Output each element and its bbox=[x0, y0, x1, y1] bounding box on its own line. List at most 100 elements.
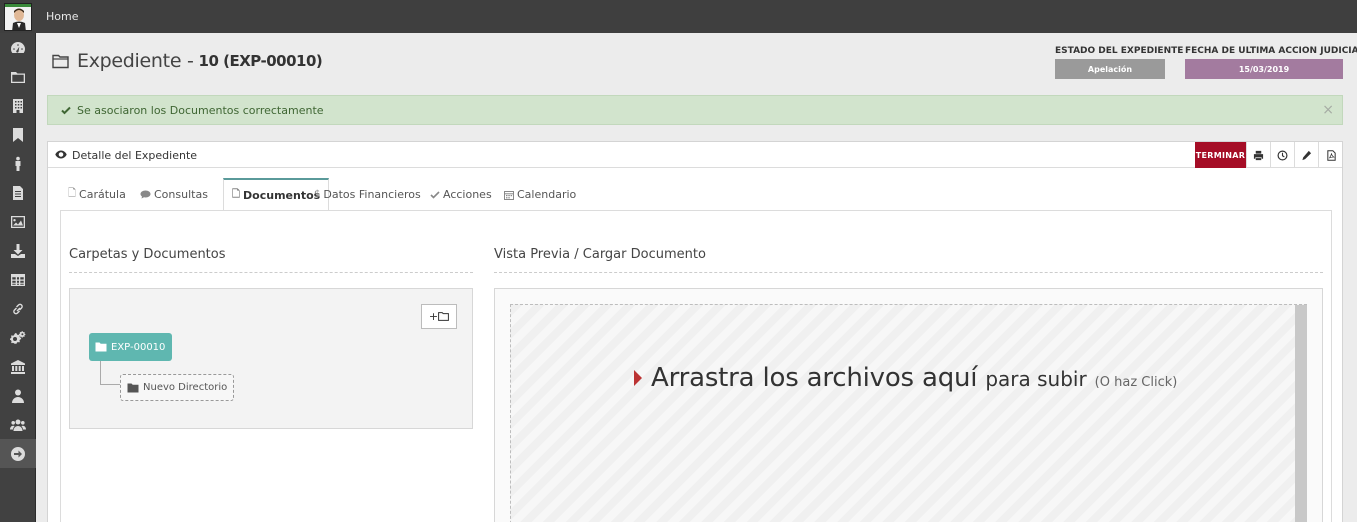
fecha-badge: 15/03/2019 bbox=[1185, 59, 1343, 79]
sidebar-item-bookmark[interactable] bbox=[0, 120, 36, 149]
pdf-icon bbox=[1326, 149, 1336, 161]
dashboard-icon bbox=[11, 41, 25, 53]
image-icon bbox=[11, 215, 25, 228]
tree-node-root[interactable]: EXP-00010 bbox=[89, 333, 173, 361]
tree-connector bbox=[100, 361, 120, 385]
sidebar-item-bank[interactable] bbox=[0, 352, 36, 381]
add-folder-button[interactable]: + bbox=[421, 304, 457, 329]
tab-calendario[interactable]: Calendario bbox=[504, 178, 576, 211]
estado-label: ESTADO DEL EXPEDIENTE bbox=[1055, 46, 1184, 56]
panel-title: Detalle del Expediente bbox=[72, 149, 198, 162]
user-avatar[interactable] bbox=[4, 3, 32, 31]
tab-datos-financieros[interactable]: $ Datos Financieros bbox=[314, 178, 421, 211]
sidebar-item-image[interactable] bbox=[0, 207, 36, 236]
file-icon: 🗋 bbox=[68, 188, 77, 199]
tab-label: Consultas bbox=[154, 188, 208, 201]
eye-icon bbox=[55, 150, 67, 159]
caret-right-icon bbox=[634, 370, 642, 386]
expediente-code: 10 (EXP-00010) bbox=[198, 52, 323, 70]
sidebar-item-users[interactable] bbox=[0, 410, 36, 439]
dropzone-message: Arrastra los archivos aquí para subir (O… bbox=[634, 363, 1177, 393]
fecha-ultima-accion: FECHA DE ULTIMA ACCION JUDICIAL 15/03/20… bbox=[1185, 46, 1357, 79]
scrollbar[interactable] bbox=[1295, 305, 1307, 522]
user-icon bbox=[12, 389, 24, 403]
sidebar-item-logout[interactable] bbox=[0, 439, 36, 468]
pencil-icon bbox=[1302, 150, 1312, 160]
sidebar-item-user[interactable] bbox=[0, 381, 36, 410]
file-icon: 🗋 bbox=[232, 188, 241, 200]
document-icon bbox=[13, 185, 23, 200]
sidebar-item-document[interactable] bbox=[0, 178, 36, 207]
success-alert: Se asociaron los Documentos correctament… bbox=[47, 95, 1343, 125]
estado-badge: Apelación bbox=[1055, 59, 1165, 79]
sidebar bbox=[0, 33, 36, 522]
tab-acciones[interactable]: Acciones bbox=[430, 178, 492, 211]
sidebar-item-dashboard[interactable] bbox=[0, 33, 36, 62]
vista-previa-divider bbox=[494, 272, 1323, 273]
page-title: Expediente - 10 (EXP-00010) bbox=[52, 48, 323, 74]
sidebar-item-building[interactable] bbox=[0, 91, 36, 120]
bank-icon bbox=[11, 359, 25, 374]
gears-icon bbox=[10, 330, 26, 344]
sidebar-item-table[interactable] bbox=[0, 265, 36, 294]
tab-label: Calendario bbox=[517, 188, 577, 201]
add-folder-plus: + bbox=[428, 310, 439, 323]
folder-outline-icon bbox=[438, 312, 450, 321]
tab-label: Documentos bbox=[243, 188, 321, 202]
clock-icon bbox=[1277, 150, 1288, 160]
arrow-right-circle-icon bbox=[11, 446, 25, 461]
tree-node-child[interactable]: Nuevo Directorio bbox=[120, 374, 235, 401]
calendar-icon bbox=[504, 190, 514, 200]
page-title-text: Expediente - bbox=[77, 50, 194, 72]
terminar-button[interactable]: TERMINAR bbox=[1195, 142, 1246, 168]
sidebar-item-folder[interactable] bbox=[0, 62, 36, 91]
print-button[interactable] bbox=[1246, 142, 1270, 168]
link-icon bbox=[13, 303, 23, 314]
check-icon bbox=[61, 106, 71, 114]
dropzone-click-hint: (O haz Click) bbox=[1094, 375, 1178, 390]
folder-icon bbox=[95, 342, 107, 352]
print-icon bbox=[1253, 150, 1264, 160]
folder-icon bbox=[11, 71, 25, 83]
top-bar: Home bbox=[0, 0, 1357, 33]
documentos-tab-content: Carpetas y Documentos Vista Previa / Car… bbox=[60, 210, 1332, 522]
sidebar-item-settings[interactable] bbox=[0, 323, 36, 352]
edit-button[interactable] bbox=[1294, 142, 1318, 168]
vista-previa-title: Vista Previa / Cargar Documento bbox=[494, 247, 706, 262]
table-icon bbox=[11, 273, 25, 286]
pdf-button[interactable] bbox=[1318, 142, 1343, 168]
folder-outline-icon bbox=[52, 54, 69, 68]
preview-panel: Arrastra los archivos aquí para subir (O… bbox=[494, 288, 1323, 522]
download-icon bbox=[11, 243, 25, 258]
sidebar-item-link[interactable] bbox=[0, 294, 36, 323]
check-icon bbox=[430, 190, 440, 199]
comment-icon bbox=[140, 190, 151, 199]
carpetas-divider bbox=[69, 272, 473, 273]
fecha-label: FECHA DE ULTIMA ACCION JUDICIAL bbox=[1185, 46, 1357, 56]
tab-label: Datos Financieros bbox=[323, 188, 421, 201]
building-icon bbox=[13, 98, 23, 113]
history-button[interactable] bbox=[1270, 142, 1294, 168]
folder-tree: + EXP-00010 Nuevo Directorio bbox=[69, 288, 473, 429]
tree-node-label: EXP-00010 bbox=[111, 341, 166, 353]
home-link[interactable]: Home bbox=[46, 10, 78, 23]
dropzone-main-text: Arrastra los archivos aquí bbox=[651, 363, 978, 393]
folder-icon bbox=[127, 383, 139, 392]
alert-message: Se asociaron los Documentos correctament… bbox=[77, 103, 324, 117]
dropzone-secondary-text: para subir bbox=[985, 367, 1087, 391]
tree-node-label: Nuevo Directorio bbox=[143, 382, 228, 393]
tab-label: Carátula bbox=[79, 188, 126, 201]
tab-consultas[interactable]: Consultas bbox=[140, 178, 208, 211]
carpetas-title: Carpetas y Documentos bbox=[69, 247, 226, 262]
dollar-icon: $ bbox=[314, 189, 321, 200]
upload-dropzone[interactable]: Arrastra los archivos aquí para subir (O… bbox=[510, 304, 1307, 522]
avatar-image bbox=[5, 4, 31, 30]
tab-caratula[interactable]: 🗋 Carátula bbox=[68, 178, 126, 211]
bookmark-icon bbox=[13, 127, 23, 142]
alert-close-button[interactable]: × bbox=[1322, 103, 1334, 117]
users-icon bbox=[10, 419, 26, 431]
sidebar-item-download[interactable] bbox=[0, 236, 36, 265]
sidebar-item-person[interactable] bbox=[0, 149, 36, 178]
tab-label: Acciones bbox=[443, 188, 492, 201]
person-icon bbox=[15, 156, 21, 171]
